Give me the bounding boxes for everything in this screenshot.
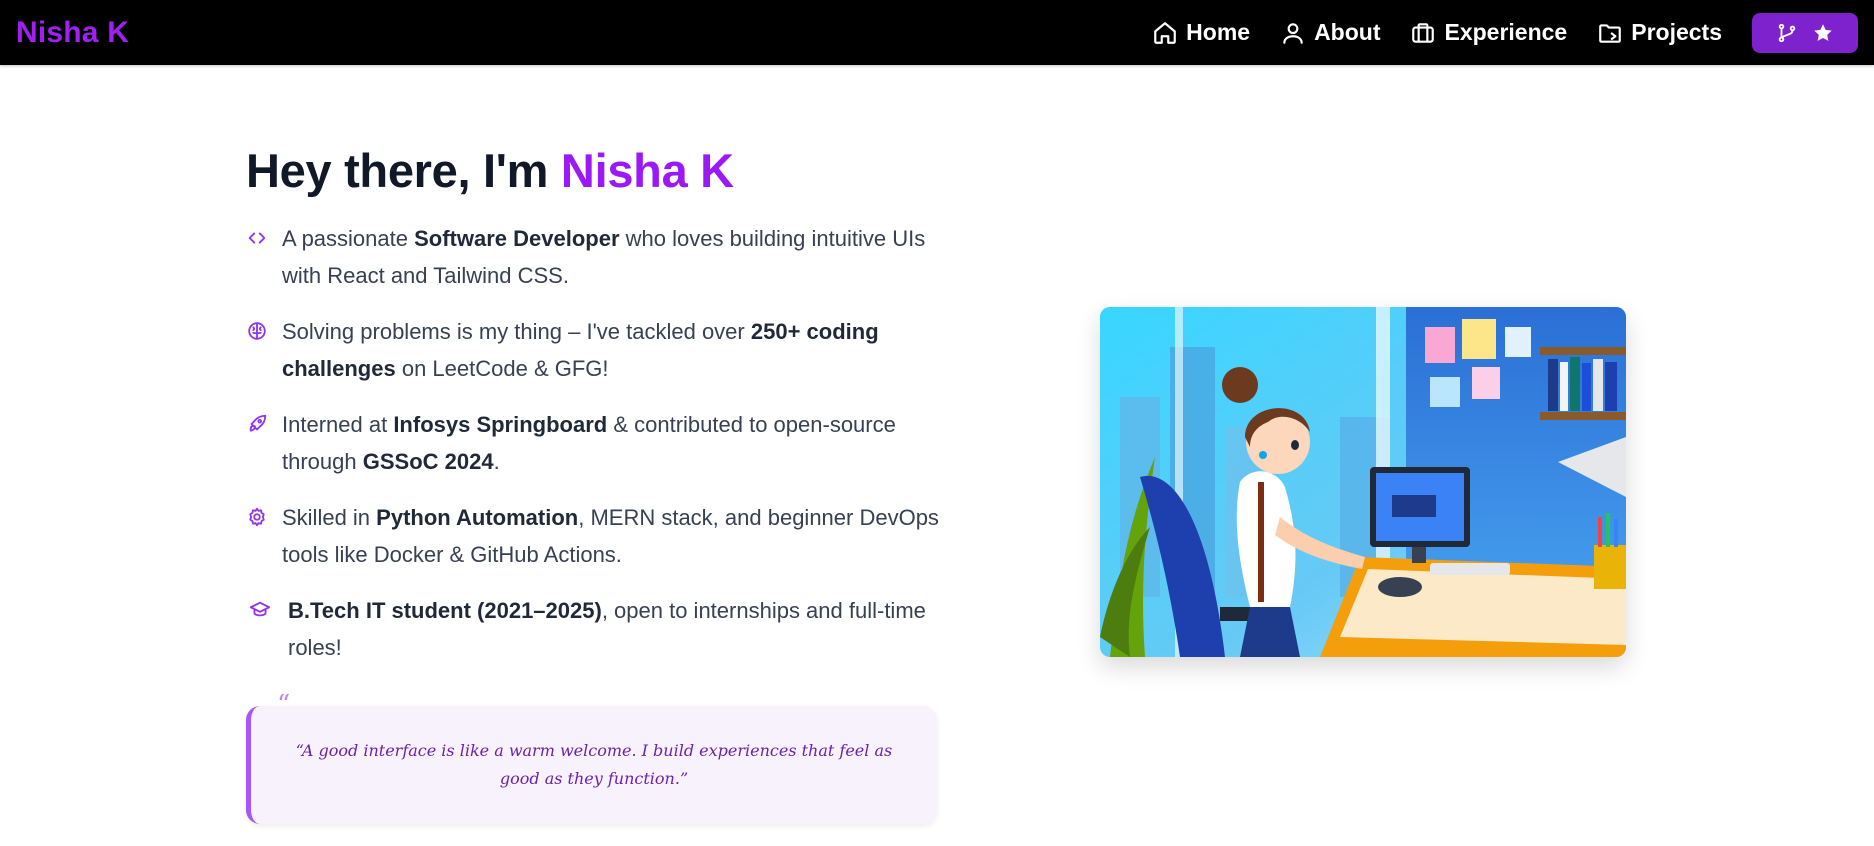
list-item: Solving problems is my thing – I've tack… — [246, 313, 946, 387]
nav-home[interactable]: Home — [1152, 19, 1250, 46]
code-icon — [246, 227, 268, 249]
nav-experience-label: Experience — [1444, 19, 1568, 45]
quote-mark-icon: “ — [277, 690, 291, 720]
brain-icon — [246, 320, 268, 342]
home-icon — [1154, 21, 1176, 44]
point-text: Solving problems is my thing – I've tack… — [282, 319, 879, 381]
point-text: Skilled in Python Automation, MERN stack… — [282, 505, 939, 567]
point-text: B.Tech IT student (2021–2025), open to i… — [288, 598, 926, 660]
nav-about-label: About — [1314, 19, 1381, 45]
nav-projects[interactable]: Projects — [1597, 19, 1722, 46]
point-text: A passionate Software Developer who love… — [282, 226, 926, 288]
star-icon — [1814, 23, 1832, 41]
nav-projects-label: Projects — [1631, 19, 1722, 45]
nav-home-label: Home — [1186, 19, 1251, 45]
nav-links: Home About Experience Projects — [1122, 12, 1858, 53]
hero-name: Nisha K — [560, 144, 734, 197]
point-text: Interned at Infosys Springboard & contri… — [282, 412, 896, 474]
nav-experience[interactable]: Experience — [1410, 19, 1567, 46]
hero-title: Hey there, I'm Nisha K — [246, 140, 946, 202]
list-item: Interned at Infosys Springboard & contri… — [246, 406, 946, 480]
brand-logo[interactable]: Nisha K — [16, 16, 129, 50]
hero-intro: Hey there, I'm Nisha K A passionate Soft… — [246, 140, 946, 685]
quote-text: “A good interface is like a warm welcome… — [295, 741, 893, 788]
list-item: Skilled in Python Automation, MERN stack… — [246, 499, 946, 573]
nav-about[interactable]: About — [1280, 19, 1380, 46]
user-icon — [1283, 22, 1303, 44]
git-fork-icon — [1778, 23, 1796, 42]
list-item: A passionate Software Developer who love… — [246, 220, 946, 294]
graduation-cap-icon — [246, 599, 274, 621]
hero-greeting: Hey there, I'm — [246, 144, 561, 197]
rocket-icon — [246, 413, 268, 435]
top-navbar: Nisha K Home About Experience Projects — [0, 0, 1874, 65]
list-item: B.Tech IT student (2021–2025), open to i… — [246, 592, 946, 666]
intro-points: A passionate Software Developer who love… — [246, 220, 946, 666]
hero-illustration — [1100, 307, 1626, 657]
quote-card: “ “A good interface is like a warm welco… — [246, 690, 937, 824]
settings-icon — [246, 506, 268, 528]
folder-icon — [1599, 23, 1622, 43]
briefcase-icon — [1412, 22, 1435, 43]
github-star-button[interactable] — [1752, 12, 1858, 53]
